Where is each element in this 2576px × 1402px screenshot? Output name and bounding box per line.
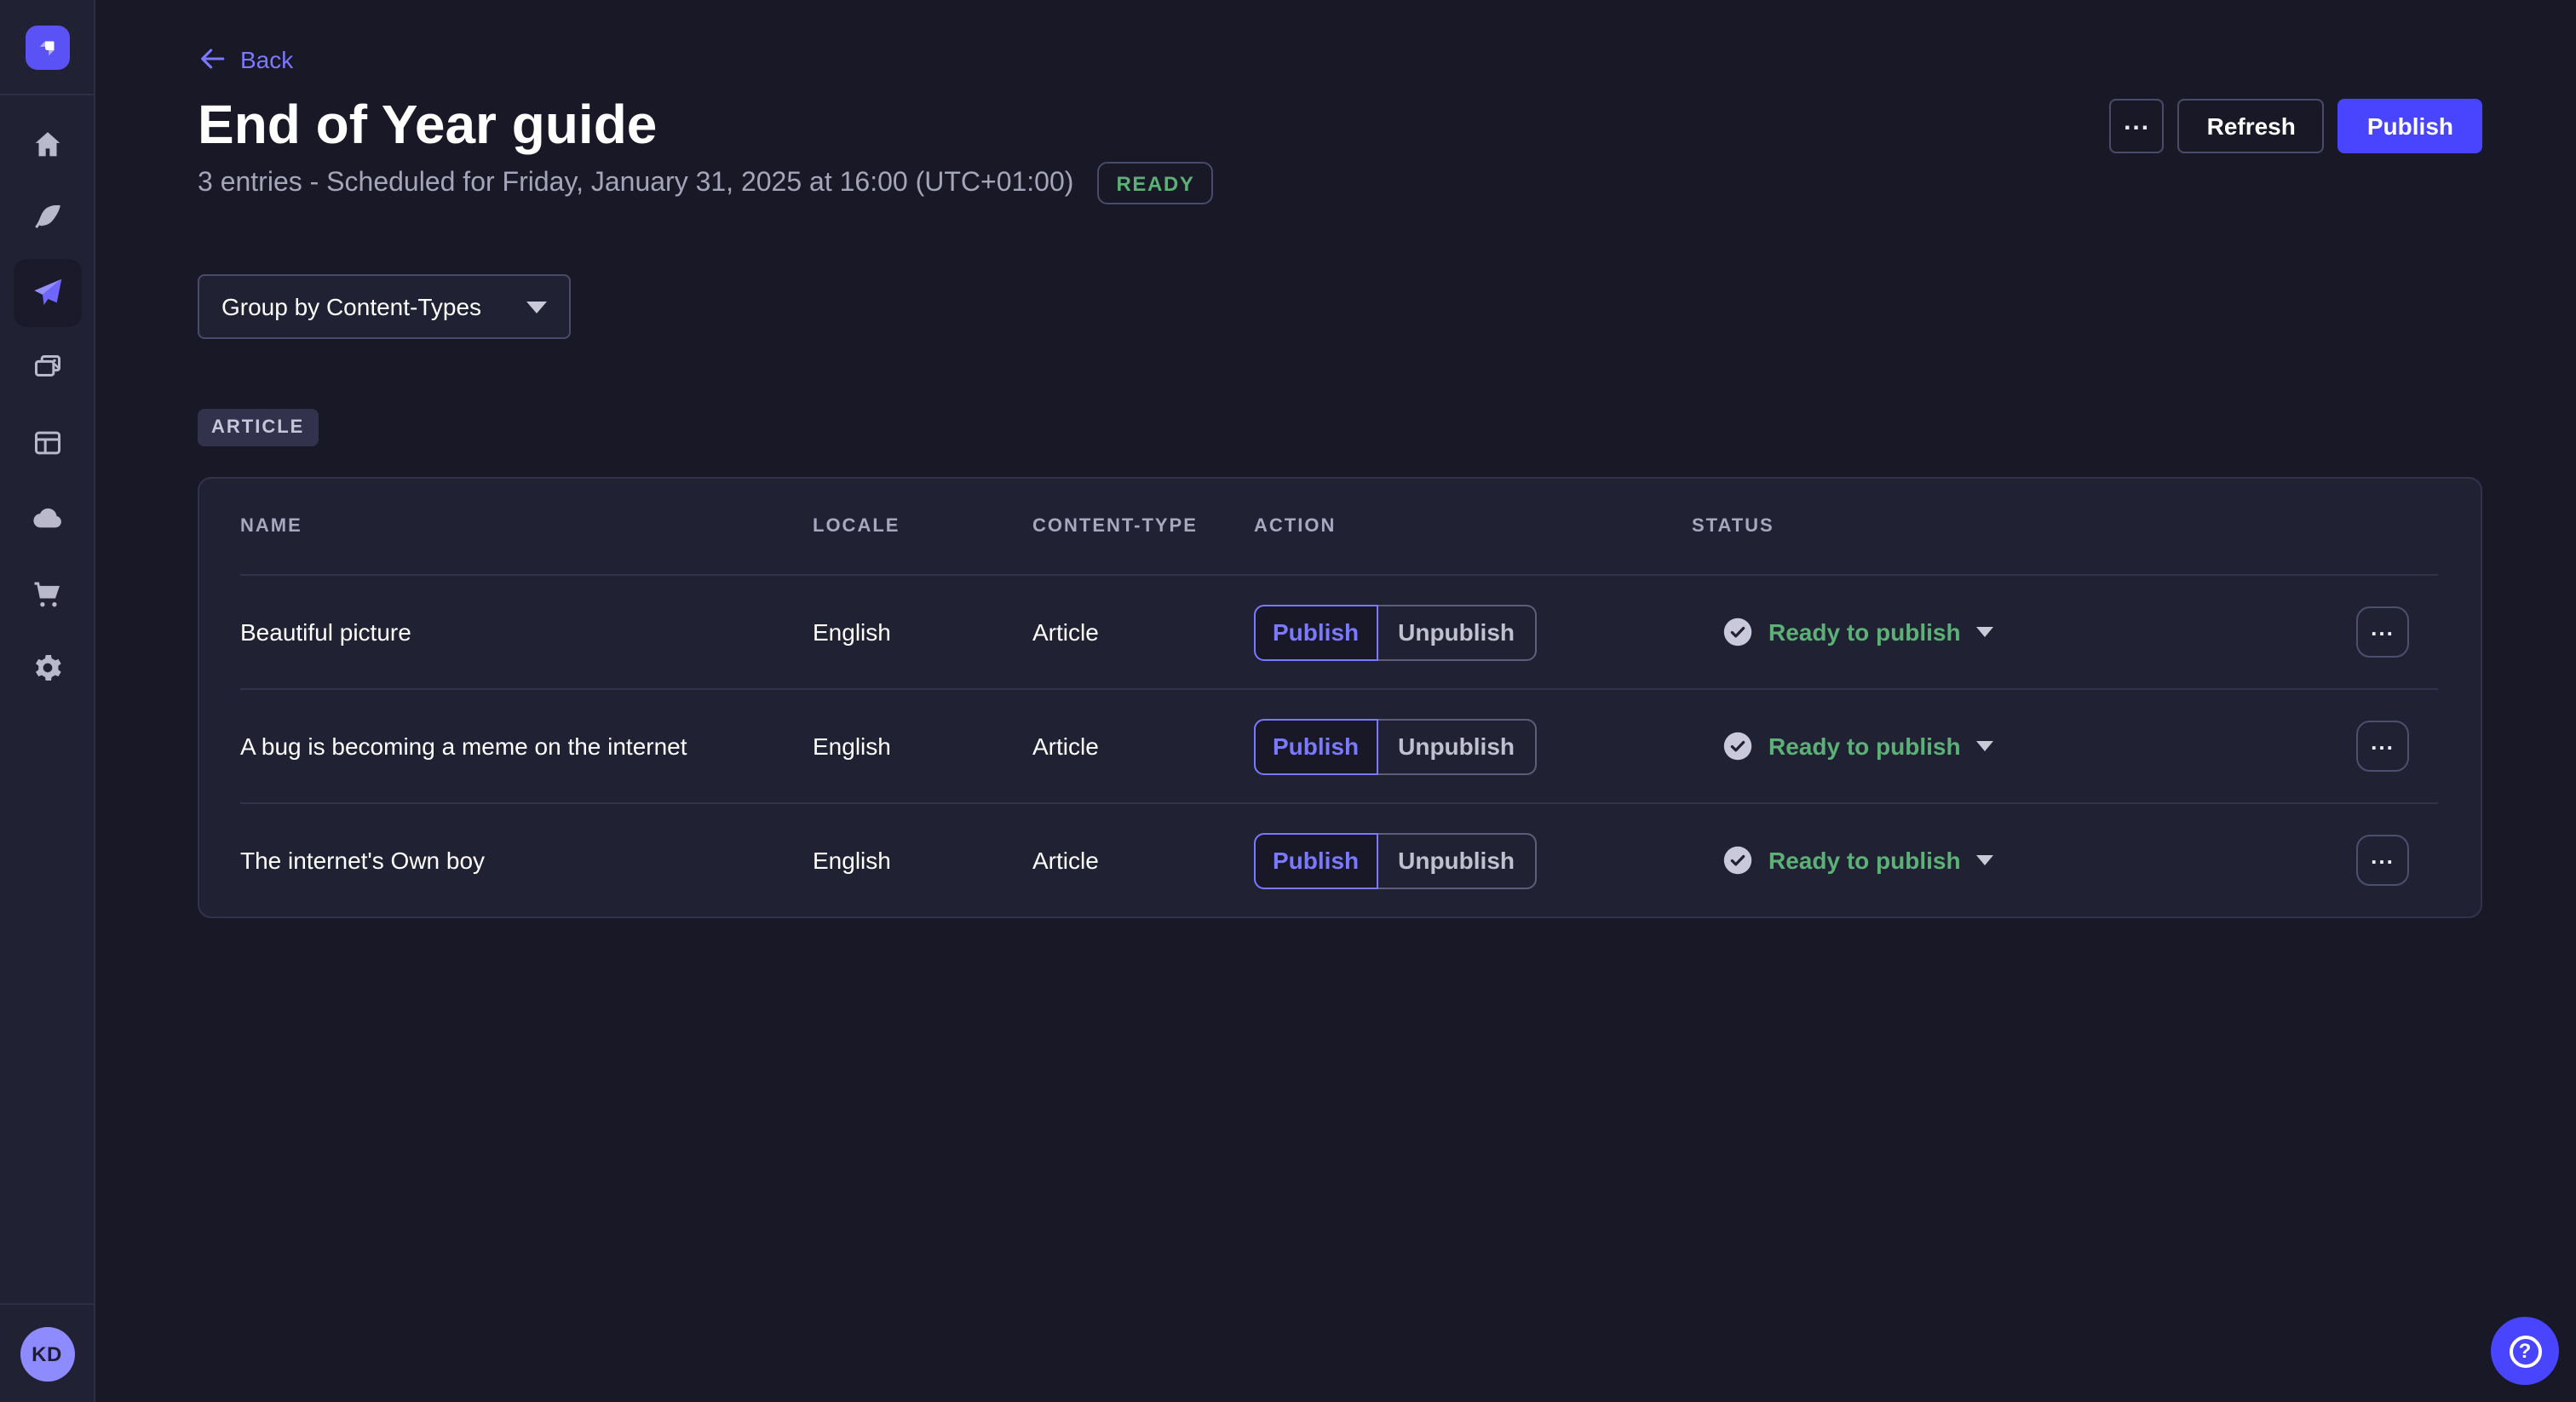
arrow-left-icon <box>198 44 227 73</box>
gear-icon <box>31 651 65 685</box>
group-by-select[interactable]: Group by Content-Types <box>198 274 571 339</box>
entries-table: NAME LOCALE CONTENT-TYPE ACTION STATUS B… <box>198 477 2482 918</box>
entry-status-cell: Ready to publish <box>1692 731 2356 761</box>
unpublish-toggle-button[interactable]: Unpublish <box>1377 718 1537 774</box>
more-actions-button[interactable]: ... <box>2110 99 2165 153</box>
publish-toggle-group: Publish Unpublish <box>1254 832 1692 888</box>
column-header-action: ACTION <box>1254 516 1692 537</box>
caret-down-icon <box>1976 855 1993 865</box>
publish-toggle-button[interactable]: Publish <box>1254 604 1377 660</box>
entry-action-cell: Publish Unpublish <box>1254 604 1692 660</box>
ellipsis-icon: ... <box>2371 615 2395 641</box>
header-actions: ... Refresh Publish <box>2110 99 2482 153</box>
release-subtitle: 3 entries - Scheduled for Friday, Januar… <box>198 168 1073 198</box>
publish-toggle-button[interactable]: Publish <box>1254 832 1377 888</box>
table-row: The internet's Own boy English Article P… <box>199 804 2481 916</box>
column-header-content-type: CONTENT-TYPE <box>1032 516 1254 537</box>
table-row: Beautiful picture English Article Publis… <box>199 576 2481 688</box>
entry-locale: English <box>813 733 1032 760</box>
subtitle-row: 3 entries - Scheduled for Friday, Januar… <box>198 162 1213 204</box>
check-circle-icon <box>1722 617 1753 647</box>
strapi-logo-glyph <box>32 32 62 62</box>
column-header-name: NAME <box>240 516 813 537</box>
ellipsis-icon: ... <box>2371 843 2395 869</box>
publish-toggle-button[interactable]: Publish <box>1254 718 1377 774</box>
publish-toggle-group: Publish Unpublish <box>1254 718 1692 774</box>
entry-status-dropdown[interactable]: Ready to publish <box>1722 617 1993 647</box>
entry-action-cell: Publish Unpublish <box>1254 832 1692 888</box>
table-row: A bug is becoming a meme on the internet… <box>199 690 2481 802</box>
publish-release-button[interactable]: Publish <box>2338 99 2482 153</box>
column-header-status: STATUS <box>1692 516 2356 537</box>
back-label: Back <box>240 45 293 72</box>
entry-status-label: Ready to publish <box>1768 618 1961 646</box>
sidebar-item-releases[interactable] <box>14 259 82 327</box>
status-badge: READY <box>1097 162 1213 204</box>
ellipsis-icon: ... <box>2371 729 2395 755</box>
entry-actions-cell: ... <box>2356 721 2440 772</box>
check-circle-icon <box>1722 731 1753 761</box>
feather-icon <box>31 201 65 235</box>
back-link[interactable]: Back <box>198 44 293 73</box>
sidebar-item-content-manager[interactable] <box>14 184 82 252</box>
entry-status-cell: Ready to publish <box>1692 617 2356 647</box>
sidebar-item-settings[interactable] <box>14 634 82 702</box>
table-header-row: NAME LOCALE CONTENT-TYPE ACTION STATUS <box>199 479 2481 574</box>
chevron-down-icon <box>526 301 547 313</box>
entry-name: Beautiful picture <box>240 618 813 646</box>
entry-locale: English <box>813 618 1032 646</box>
avatar[interactable]: KD <box>20 1326 74 1381</box>
entry-status-label: Ready to publish <box>1768 847 1961 874</box>
entry-status-cell: Ready to publish <box>1692 845 2356 876</box>
home-icon <box>31 128 65 162</box>
sidebar: KD <box>0 0 95 1402</box>
ellipsis-icon: ... <box>2124 106 2150 135</box>
entry-name: The internet's Own boy <box>240 847 813 874</box>
group-badge-article: ARTICLE <box>198 409 318 446</box>
caret-down-icon <box>1976 627 1993 637</box>
sidebar-item-media-library[interactable] <box>14 334 82 402</box>
cart-icon <box>31 576 65 610</box>
refresh-button[interactable]: Refresh <box>2178 99 2325 153</box>
question-mark-icon: ? <box>2509 1335 2541 1367</box>
caret-down-icon <box>1976 741 1993 751</box>
logo-section <box>0 0 94 95</box>
row-more-button[interactable]: ... <box>2356 606 2409 658</box>
entry-content-type: Article <box>1032 847 1254 874</box>
sidebar-user-section: KD <box>0 1303 94 1402</box>
strapi-logo-icon[interactable] <box>25 25 69 69</box>
entry-status-label: Ready to publish <box>1768 733 1961 760</box>
row-more-button[interactable]: ... <box>2356 721 2409 772</box>
entry-actions-cell: ... <box>2356 835 2440 886</box>
entry-status-dropdown[interactable]: Ready to publish <box>1722 845 1993 876</box>
check-circle-icon <box>1722 845 1753 876</box>
entry-action-cell: Publish Unpublish <box>1254 718 1692 774</box>
group-by-value: Group by Content-Types <box>221 293 481 320</box>
entry-actions-cell: ... <box>2356 606 2440 658</box>
row-more-button[interactable]: ... <box>2356 835 2409 886</box>
entry-content-type: Article <box>1032 733 1254 760</box>
unpublish-toggle-button[interactable]: Unpublish <box>1377 832 1537 888</box>
page-title: End of Year guide <box>198 95 657 153</box>
layout-icon <box>31 426 65 460</box>
entry-locale: English <box>813 847 1032 874</box>
unpublish-toggle-button[interactable]: Unpublish <box>1377 604 1537 660</box>
entry-status-dropdown[interactable]: Ready to publish <box>1722 731 1993 761</box>
cloud-icon <box>31 501 65 535</box>
publish-toggle-group: Publish Unpublish <box>1254 604 1692 660</box>
help-button[interactable]: ? <box>2491 1317 2559 1385</box>
sidebar-item-marketplace[interactable] <box>14 559 82 627</box>
sidebar-item-home[interactable] <box>14 111 82 179</box>
entry-name: A bug is becoming a meme on the internet <box>240 733 813 760</box>
sidebar-item-deploy[interactable] <box>14 484 82 552</box>
column-header-locale: LOCALE <box>813 516 1032 537</box>
entry-content-type: Article <box>1032 618 1254 646</box>
app-window: KD Back End of Year guide 3 entries - Sc… <box>0 0 2576 1402</box>
sidebar-item-content-type-builder[interactable] <box>14 409 82 477</box>
media-library-icon <box>31 351 65 385</box>
paper-plane-icon <box>31 276 65 310</box>
